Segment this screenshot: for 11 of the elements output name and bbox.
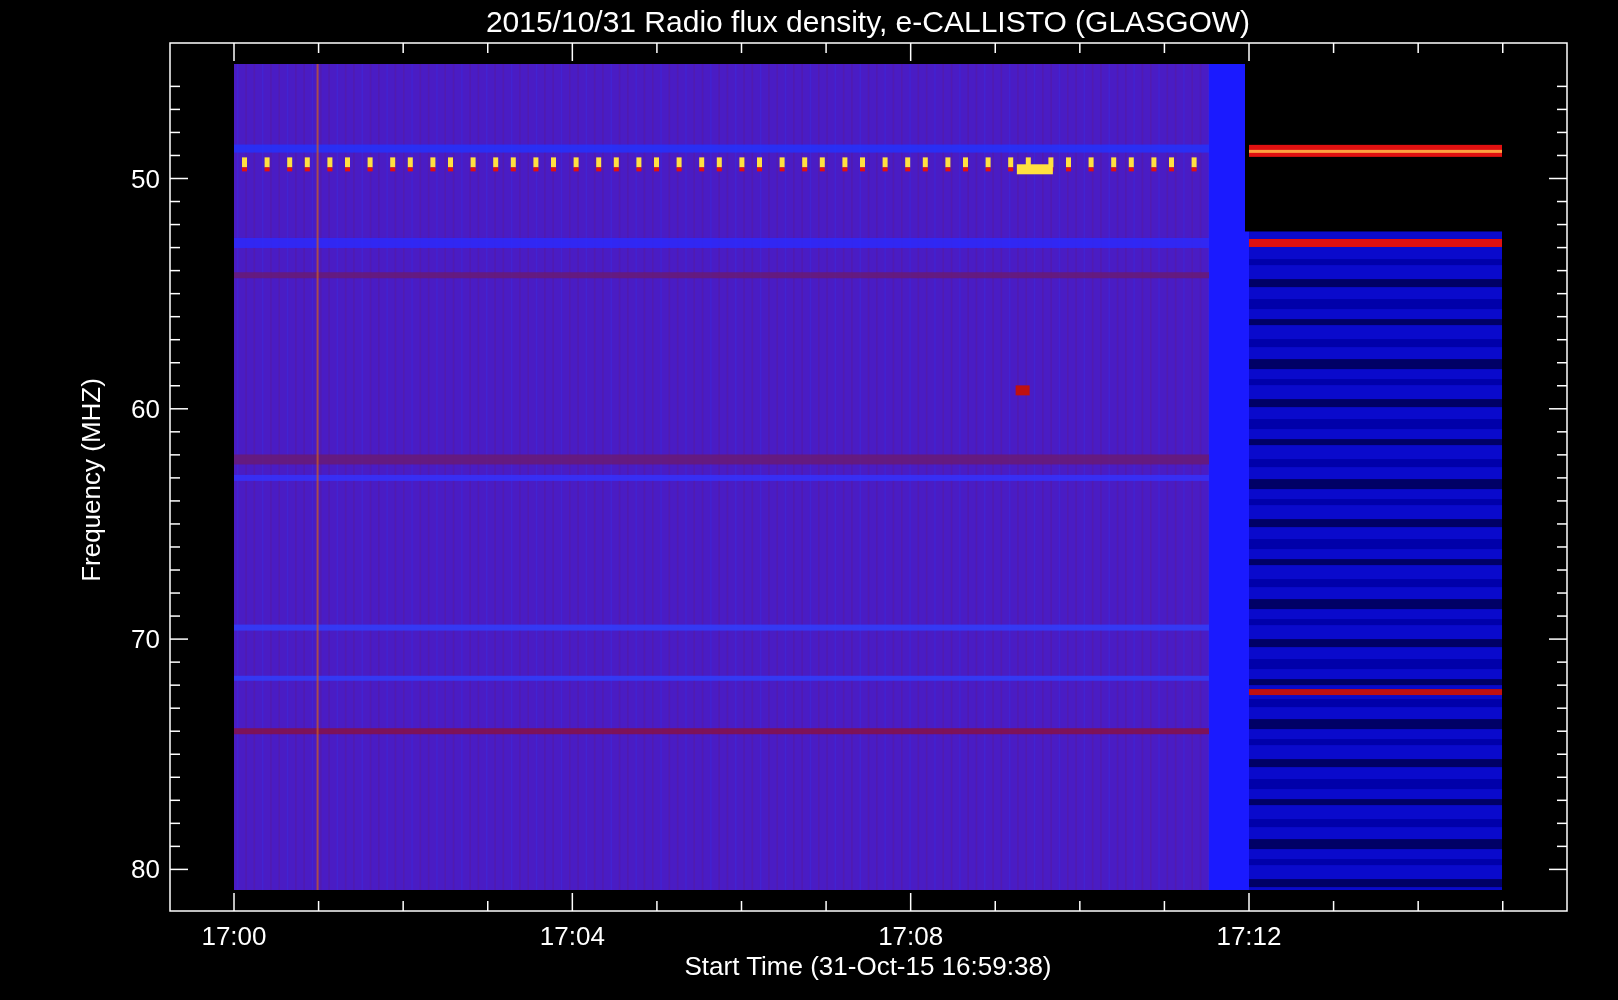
x-axis-label: Start Time (31-Oct-15 16:59:38): [684, 951, 1052, 981]
x-tick-label: 17:12: [1216, 921, 1282, 951]
x-tick-label: 17:08: [878, 921, 944, 951]
x-tick-label: 17:00: [201, 921, 267, 951]
y-tick-label: 70: [131, 624, 160, 655]
x-tick-label: 17:04: [539, 921, 605, 951]
chart-title: 2015/10/31 Radio flux density, e-CALLISTO (GLASGOW): [485, 5, 1251, 38]
y-tick-label: 80: [131, 854, 160, 885]
y-axis-label: Frequency (MHZ): [76, 378, 106, 582]
y-tick-label: 60: [131, 393, 160, 424]
y-tick-label: 50: [131, 163, 160, 194]
